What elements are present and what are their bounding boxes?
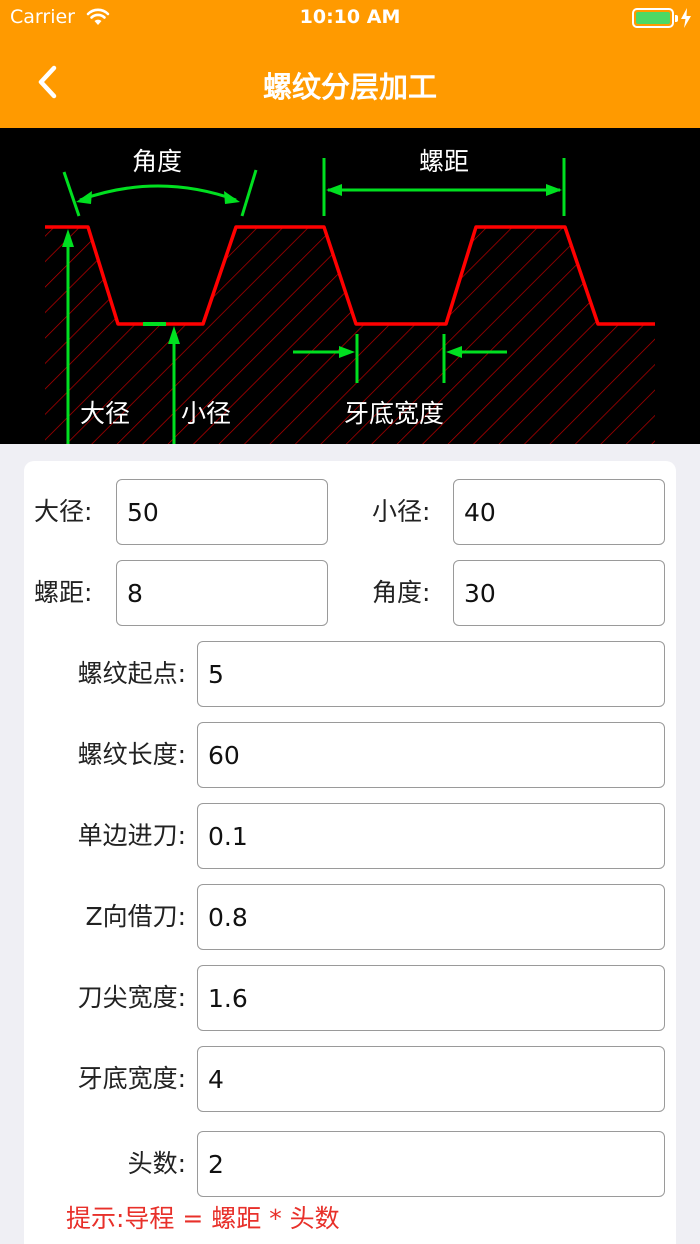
thread-start-input[interactable]: [197, 641, 665, 707]
root-width-input[interactable]: [197, 1046, 665, 1112]
thread-diagram-svg: 角度 螺距 大径 小径 牙底宽度: [45, 147, 655, 444]
single-feed-field-label: 单边进刀:: [77, 821, 186, 850]
angle-label: 角度: [132, 147, 182, 176]
major-diameter-field-label: 大径:: [34, 497, 93, 526]
pitch-field-label: 螺距:: [34, 578, 93, 607]
thread-diagram: 角度 螺距 大径 小径 牙底宽度: [0, 128, 700, 444]
pitch-label: 螺距: [419, 147, 469, 176]
pitch-input[interactable]: [116, 560, 328, 626]
tip-width-field-label: 刀尖宽度:: [77, 983, 186, 1012]
root-width-field-label: 牙底宽度:: [77, 1064, 186, 1093]
page-title: 螺纹分层加工: [262, 70, 437, 104]
battery-tip: [675, 15, 678, 22]
status-bar: Carrier 10:10 AM: [0, 0, 700, 36]
hint-text: 提示:导程 = 螺距 * 头数: [66, 1204, 340, 1233]
battery-icon: [632, 8, 678, 28]
angle-input[interactable]: [453, 560, 665, 626]
thread-length-field-label: 螺纹长度:: [77, 740, 186, 769]
angle-field-label: 角度:: [372, 578, 431, 607]
single-feed-input[interactable]: [197, 803, 665, 869]
minor-diameter-field-label: 小径:: [372, 497, 431, 526]
minor-diameter-input[interactable]: [453, 479, 665, 545]
thread-length-input[interactable]: [197, 722, 665, 788]
root-width-label: 牙底宽度: [344, 399, 444, 428]
battery-level: [636, 12, 670, 24]
minor-diameter-label: 小径: [181, 399, 231, 428]
charging-bolt-icon: [681, 8, 691, 28]
tip-width-input[interactable]: [197, 965, 665, 1031]
major-diameter-input[interactable]: [116, 479, 328, 545]
starts-field-label: 头数:: [127, 1149, 186, 1178]
navigation-bar: 螺纹分层加工: [0, 36, 700, 128]
thread-start-field-label: 螺纹起点:: [77, 659, 186, 688]
z-offset-field-label: Z向借刀:: [85, 902, 186, 931]
starts-input[interactable]: [197, 1131, 665, 1197]
z-offset-input[interactable]: [197, 884, 665, 950]
status-time: 10:10 AM: [299, 6, 401, 28]
major-diameter-label: 大径: [80, 399, 130, 428]
